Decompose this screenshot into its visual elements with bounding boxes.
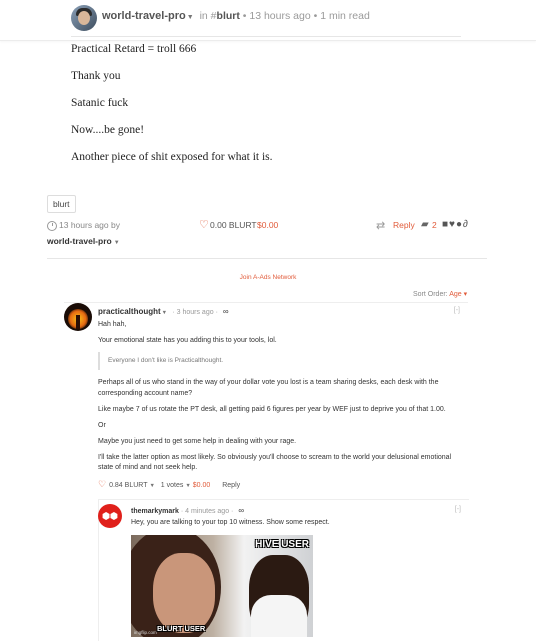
comment-paragraph: Hah hah, <box>98 321 127 328</box>
chevron-down-icon[interactable]: ▼ <box>114 240 120 246</box>
post-author-bottom: world-travel-pro ▼ <box>47 236 120 246</box>
reply-time: 4 minutes ago <box>185 508 230 515</box>
chevron-down-icon[interactable]: ▾ <box>462 291 468 298</box>
reply-button[interactable]: Reply <box>393 220 415 230</box>
meme-image: HIVE USER BLURT USER imgflip.com <box>131 535 313 637</box>
twitter-icon[interactable]: ♥ <box>449 219 456 230</box>
post-header-bar: world-travel-pro▼ in #blurt • 13 hours a… <box>0 0 536 41</box>
comment: practicalthought▼ · 3 hours ago · ∞ [-] … <box>64 302 468 493</box>
sort-order: Sort Order: Age ▾ <box>413 290 467 298</box>
post-paragraph: Now....be gone! <box>71 124 145 136</box>
in-label: in # <box>199 10 217 22</box>
comment-paragraph: Your emotional state has you adding this… <box>98 336 277 344</box>
tag-chip[interactable]: blurt <box>47 195 76 213</box>
chevron-down-icon[interactable]: ▼ <box>187 14 194 21</box>
ads-link[interactable]: Join A-Ads Network <box>0 274 536 281</box>
comment-payout-usd[interactable]: $0.00 <box>193 482 211 489</box>
reply-author-link[interactable]: themarkymark <box>131 508 179 515</box>
read-time: 1 min read <box>320 10 370 22</box>
collapse-toggle[interactable]: [-] <box>455 506 461 513</box>
meme-watermark: imgflip.com <box>134 630 157 635</box>
chevron-down-icon[interactable]: ▼ <box>185 483 190 489</box>
divider <box>47 258 487 259</box>
collapse-toggle[interactable]: [-] <box>454 307 460 314</box>
divider <box>71 36 461 37</box>
sort-order-select[interactable]: Age <box>449 291 461 298</box>
sort-order-label: Sort Order: <box>413 291 448 298</box>
post-time: 13 hours ago <box>249 10 311 22</box>
post-paragraph: Satanic fuck <box>71 97 129 109</box>
comment-quote: Everyone I don't like is Practicalthough… <box>98 351 462 370</box>
post-time-by: 13 hours ago by <box>59 220 120 230</box>
reply-avatar[interactable]: ⬢⬢ <box>98 504 122 528</box>
post-paragraph: Another piece of shit exposed for what i… <box>71 151 273 163</box>
facebook-icon[interactable]: ■ <box>442 219 449 230</box>
meme-caption-top: HIVE USER <box>255 539 309 550</box>
post-author-link[interactable]: world-travel-pro <box>102 10 186 22</box>
post-paragraph: Thank you <box>71 70 121 82</box>
post-author-link[interactable]: world-travel-pro <box>47 236 112 246</box>
meme-caption-bottom: BLURT USER <box>157 624 206 633</box>
comment-paragraph: I'll take the latter option as most like… <box>98 453 452 472</box>
heart-icon[interactable]: ♡ <box>199 220 209 231</box>
comment-paragraph: Perhaps all of us who stand in the way o… <box>98 379 439 397</box>
comment-count[interactable]: 2 <box>432 220 437 230</box>
comment-author-line: practicalthought▼ · 3 hours ago · ∞ <box>98 307 229 316</box>
link-icon[interactable]: ∞ <box>223 307 229 316</box>
comment-paragraph: Like maybe 7 of us rotate the PT desk, a… <box>98 405 446 413</box>
author-avatar[interactable] <box>71 5 97 31</box>
vote-amount[interactable]: 0.00 BLURT <box>210 220 257 230</box>
clock-icon <box>47 221 57 231</box>
post-body: Practical Retard = troll 666 Thank you S… <box>71 43 471 179</box>
chevron-down-icon[interactable]: ▼ <box>162 310 167 316</box>
share-icons: ■♥●∂ <box>442 219 469 230</box>
comment-reply-button[interactable]: Reply <box>222 482 240 489</box>
heart-icon[interactable]: ♡ <box>98 479 106 489</box>
reddit-icon[interactable]: ● <box>456 219 463 230</box>
reblog-icon[interactable]: ⇄ <box>376 219 385 232</box>
nested-reply: ⬢⬢ themarkymark · 4 minutes ago · ∞ [-] … <box>98 499 469 641</box>
post-paragraph: Practical Retard = troll 666 <box>71 43 197 55</box>
comment-body: Hah hah, Your emotional state has you ad… <box>98 320 462 479</box>
link-icon[interactable]: ∞ <box>238 506 244 515</box>
link-icon[interactable]: ∂ <box>463 219 469 230</box>
comment-time: 3 hours ago <box>176 309 214 316</box>
commenter-avatar[interactable] <box>64 303 92 331</box>
community-link[interactable]: blurt <box>217 10 240 22</box>
comment-icon[interactable]: ▰ <box>421 219 429 230</box>
reply-author-line: themarkymark · 4 minutes ago · ∞ <box>131 506 245 515</box>
comment-votes[interactable]: 1 votes <box>161 482 184 489</box>
comment-footer: ♡ 0.84 BLURT ▼ 1 votes ▼ $0.00 Reply <box>98 479 240 490</box>
post-author-line: world-travel-pro▼ in #blurt • 13 hours a… <box>102 10 370 22</box>
reply-body: Hey, you are talking to your top 10 witn… <box>131 519 330 526</box>
chevron-down-icon[interactable]: ▼ <box>149 483 154 489</box>
comment-vote-amount[interactable]: 0.84 BLURT <box>109 482 147 489</box>
hive-logo-icon: ⬢⬢ <box>102 511 118 521</box>
post-meta-row: 13 hours ago by ♡ 0.00 BLURT $0.00 ⇄ Rep… <box>47 219 487 234</box>
comment-author-link[interactable]: practicalthought <box>98 307 161 316</box>
comment-paragraph: Or <box>98 421 106 429</box>
payout-usd[interactable]: $0.00 <box>257 220 278 230</box>
comment-paragraph: Maybe you just need to get some help in … <box>98 437 297 445</box>
